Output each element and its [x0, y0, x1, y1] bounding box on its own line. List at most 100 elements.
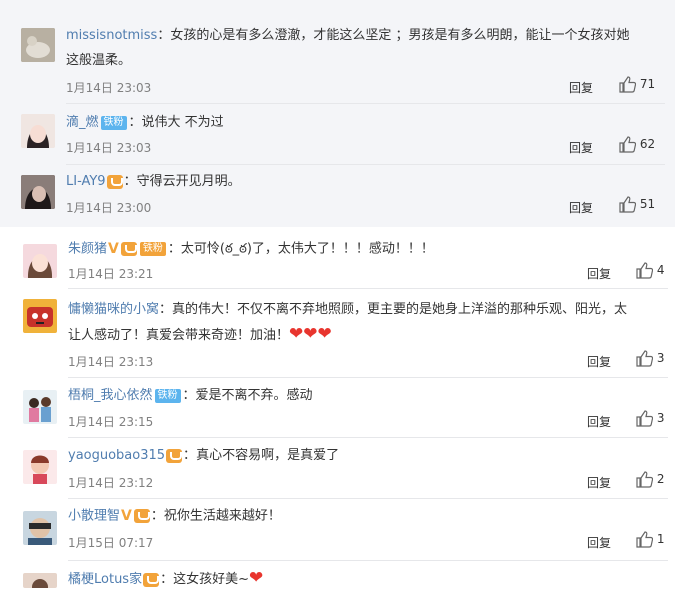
timestamp: 1月14日 23:15 — [68, 415, 154, 429]
timestamp: 1月14日 23:03 — [66, 141, 152, 155]
verified-v-icon: V — [108, 241, 119, 257]
comment-text: 祝你生活越来越好！ — [163, 508, 281, 524]
username-link[interactable]: 慵懒猫咪的小窝 — [68, 302, 159, 317]
reply-button[interactable]: 回复 — [587, 353, 611, 370]
avatar[interactable] — [23, 511, 57, 545]
timestamp: 1月14日 23:21 — [68, 267, 154, 281]
reply-button[interactable]: 回复 — [587, 474, 611, 491]
timestamp: 1月14日 23:00 — [66, 201, 152, 215]
comment-text-continued: 这般温柔。 — [66, 53, 132, 68]
comment-line: yaoguobao315 ：真心不容易啊，是真爱了 — [68, 448, 340, 463]
like-count: 2 — [656, 472, 665, 486]
like-button[interactable]: 1 — [636, 531, 664, 548]
like-button[interactable]: 4 — [636, 262, 664, 279]
like-count: 51 — [639, 197, 656, 211]
thumbs-up-icon — [619, 136, 637, 153]
comment-text: 真心不容易啊，是真爱了 — [196, 448, 340, 463]
vip-icon — [120, 242, 137, 256]
avatar[interactable] — [23, 573, 57, 588]
username-link[interactable]: yaoguobao315 — [68, 448, 165, 463]
comment-line: 橘梗Lotus家 ：这女孩好美~❤ — [68, 568, 264, 588]
timestamp: 1月14日 23:12 — [68, 476, 154, 490]
username-link[interactable]: 滴_燃 — [66, 115, 99, 130]
reply-button[interactable]: 回复 — [587, 265, 611, 282]
like-button[interactable]: 3 — [636, 350, 664, 367]
avatar[interactable] — [23, 450, 57, 484]
comment-item: 朱颜猪V 铁粉 ：太可怜(ఠ_ఠ)了，太伟大了！！！感动！！！ 1月14日 23:2… — [0, 236, 682, 288]
avatar[interactable] — [23, 244, 57, 278]
comment-item: 橘梗Lotus家 ：这女孩好美~❤ — [0, 561, 682, 588]
like-button[interactable]: 2 — [636, 471, 664, 488]
timestamp: 1月15日 07:17 — [68, 536, 154, 550]
thumbs-up-icon — [619, 196, 637, 213]
like-count: 1 — [656, 532, 665, 546]
username-link[interactable]: LI-AY9 — [66, 174, 106, 189]
comment-item: 梧桐_我心依然 铁粉 ：爱是不离不弃。感动 1月14日 23:15 回复 3 — [0, 378, 682, 436]
comment-item: 慵懒猫咪的小窝：真的伟大！不仅不离不弃地照顾，更主要的是她身上洋溢的那种乐观、阳… — [0, 289, 682, 373]
reply-button[interactable]: 回复 — [587, 413, 611, 430]
vip-icon — [106, 174, 123, 189]
comment-text: 守得云开见月明。 — [136, 174, 241, 189]
comment-panel-top: missisnotmiss：女孩的心是有多么澄澈，才能这么坚定 ；男孩是有多么明… — [0, 0, 675, 227]
like-count: 3 — [656, 351, 665, 365]
heart-icon: ❤ — [249, 568, 264, 588]
username-link[interactable]: missisnotmiss — [66, 28, 157, 43]
verified-v-icon: V — [121, 508, 132, 524]
thumbs-up-icon — [636, 350, 654, 367]
comment-text-continued-line: 让人感动了！真爱会带来奇迹！加油！❤❤❤ — [68, 321, 332, 349]
fan-badge: 铁粉 — [139, 242, 166, 256]
like-count: 62 — [639, 137, 656, 151]
comment-text: 女孩的心是有多么澄澈，才能这么坚定 ；男孩是有多么明朗，能让一个女孩对她 — [170, 28, 630, 43]
like-count: 4 — [656, 263, 665, 277]
comment-text: 这女孩好美~ — [173, 572, 249, 587]
reply-button[interactable]: 回复 — [569, 79, 593, 96]
comment-item: yaoguobao315 ：真心不容易啊，是真爱了 1月14日 23:12 回复 … — [0, 438, 682, 498]
comment-item: LI-AY9 ：守得云开见月明。 1月14日 23:00 回复 51 — [0, 165, 675, 225]
like-button[interactable]: 71 — [619, 76, 655, 93]
avatar[interactable] — [23, 390, 57, 424]
username-link[interactable]: 朱颜猪 — [68, 242, 107, 257]
username-link[interactable]: 小散理智 — [68, 509, 120, 524]
thumbs-up-icon — [636, 531, 654, 548]
reply-button[interactable]: 回复 — [587, 534, 611, 551]
like-button[interactable]: 62 — [619, 136, 655, 153]
avatar[interactable] — [21, 28, 55, 62]
thumbs-up-icon — [636, 471, 654, 488]
comment-text: 真的伟大！不仅不离不弃地照顾，更主要的是她身上洋溢的那种乐观、阳光，太 — [172, 302, 628, 317]
vip-icon — [133, 509, 150, 523]
thumbs-up-icon — [636, 262, 654, 279]
fan-badge: 铁粉 — [100, 115, 127, 130]
comment-item: missisnotmiss：女孩的心是有多么澄澈，才能这么坚定 ；男孩是有多么明… — [0, 0, 675, 100]
comment-line: 小散理智V ：祝你生活越来越好！ — [68, 503, 281, 530]
like-count: 3 — [656, 411, 665, 425]
avatar[interactable] — [21, 114, 55, 148]
fan-badge: 铁粉 — [154, 388, 181, 403]
username-link[interactable]: 梧桐_我心依然 — [68, 388, 153, 403]
timestamp: 1月14日 23:03 — [66, 81, 152, 95]
reply-button[interactable]: 回复 — [569, 199, 593, 216]
comment-line: 慵懒猫咪的小窝：真的伟大！不仅不离不弃地照顾，更主要的是她身上洋溢的那种乐观、阳… — [68, 302, 628, 317]
like-button[interactable]: 3 — [636, 410, 664, 427]
comment-panel-bottom: 朱颜猪V 铁粉 ：太可怜(ఠ_ఠ)了，太伟大了！！！感动！！！ 1月14日 23:2… — [0, 236, 682, 588]
comment-line: 梧桐_我心依然 铁粉 ：爱是不离不弃。感动 — [68, 388, 313, 403]
username-link[interactable]: 橘梗Lotus家 — [68, 572, 142, 587]
comment-text: 爱是不离不弃。感动 — [195, 388, 313, 403]
vip-icon — [143, 572, 160, 587]
comment-line: 滴_燃 铁粉 ：说伟大 不为过 — [66, 115, 224, 130]
comment-line: LI-AY9 ：守得云开见月明。 — [66, 174, 241, 189]
avatar[interactable] — [21, 175, 55, 209]
like-button[interactable]: 51 — [619, 196, 655, 213]
comment-line: 朱颜猪V 铁粉 ：太可怜(ఠ_ఠ)了，太伟大了！！！感动！！！ — [68, 236, 434, 263]
thumbs-up-icon — [636, 410, 654, 427]
vip-icon — [166, 448, 183, 463]
avatar[interactable] — [23, 299, 57, 333]
heart-icon: ❤❤❤ — [289, 324, 332, 344]
comment-text: 说伟大 不为过 — [141, 115, 224, 130]
comment-item: 滴_燃 铁粉 ：说伟大 不为过 1月14日 23:03 回复 62 — [0, 104, 675, 164]
reply-button[interactable]: 回复 — [569, 139, 593, 156]
comment-text-continued: 让人感动了！真爱会带来奇迹！加油！ — [68, 328, 290, 343]
timestamp: 1月14日 23:13 — [68, 355, 154, 369]
thumbs-up-icon — [619, 76, 637, 93]
comment-text: 太可怜(ఠ_ఠ)了，太伟大了！！！感动！！！ — [180, 241, 434, 257]
like-count: 71 — [639, 77, 656, 91]
